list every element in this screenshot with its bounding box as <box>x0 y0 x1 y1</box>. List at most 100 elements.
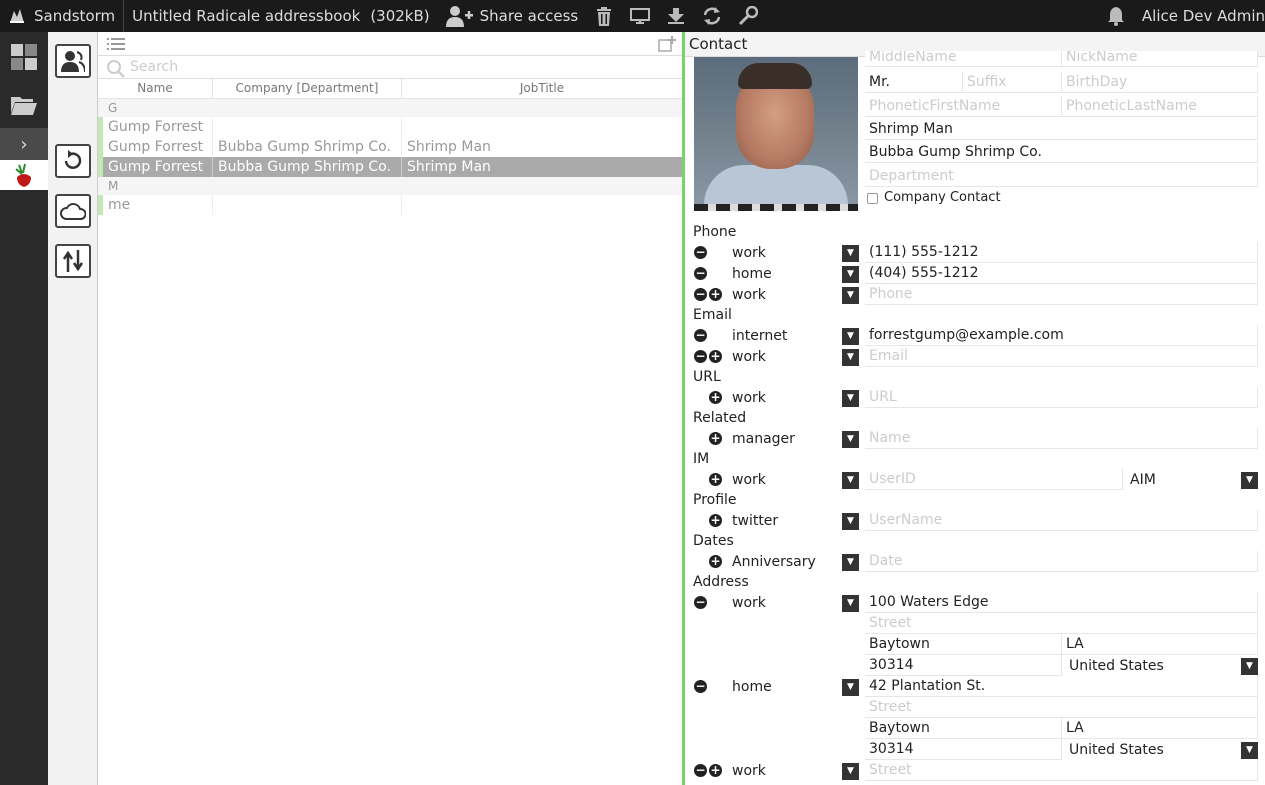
street-field[interactable]: Street <box>865 760 1258 781</box>
list-toolbar <box>98 32 682 56</box>
download-icon[interactable] <box>663 3 689 29</box>
phonetic-firstname-field[interactable]: PhoneticFirstName <box>865 96 1062 117</box>
street-field[interactable]: 100 Waters Edge <box>865 592 1258 613</box>
phone-type-select[interactable]: work ▼ <box>725 286 859 305</box>
add-icon[interactable]: + <box>709 350 722 363</box>
remove-icon[interactable]: − <box>694 596 707 609</box>
restart-icon[interactable] <box>699 3 725 29</box>
zip-field[interactable]: 30314 <box>865 655 1062 676</box>
email-field[interactable]: Email <box>865 346 1258 367</box>
im-type-select[interactable]: work ▼ <box>725 471 859 490</box>
profile-type-select[interactable]: twitter ▼ <box>725 512 859 531</box>
trash-icon[interactable] <box>591 3 617 29</box>
phone-field[interactable]: Phone <box>865 284 1258 305</box>
im-userid-field[interactable]: UserID <box>865 469 1123 490</box>
search-bar[interactable]: Search <box>98 56 682 79</box>
phone-field[interactable]: (111) 555-1212 <box>865 242 1258 263</box>
street2-field[interactable]: Street <box>865 613 1258 634</box>
add-icon[interactable]: + <box>709 288 722 301</box>
im-service-select[interactable]: AIM ▼ <box>1123 471 1258 490</box>
wrench-icon[interactable] <box>735 3 761 29</box>
present-icon[interactable] <box>627 3 653 29</box>
column-header-jobtitle[interactable]: JobTitle <box>402 79 682 98</box>
address-type-select[interactable]: work ▼ <box>725 762 859 781</box>
document-title[interactable]: Untitled Radicale addressbook (302kB) <box>124 0 437 32</box>
dropdown-arrow-icon: ▼ <box>842 679 859 696</box>
related-type-select[interactable]: manager ▼ <box>725 430 859 449</box>
share-access-button[interactable]: Share access <box>438 0 587 32</box>
app-grain-button[interactable] <box>0 160 48 190</box>
remove-icon[interactable]: − <box>694 350 707 363</box>
profile-type-value: twitter <box>732 513 779 529</box>
address-type-value: work <box>732 763 766 779</box>
add-icon[interactable]: + <box>709 473 722 486</box>
column-header-company[interactable]: Company [Department] <box>213 79 402 98</box>
birthday-field[interactable]: BirthDay <box>1062 72 1258 93</box>
date-field[interactable]: Date <box>865 551 1258 572</box>
url-type-select[interactable]: work ▼ <box>725 389 859 408</box>
state-field[interactable]: LA <box>1062 634 1258 655</box>
sync-button[interactable] <box>55 144 91 178</box>
related-name-field[interactable]: Name <box>865 428 1258 449</box>
remove-icon[interactable]: − <box>694 764 707 777</box>
user-account-menu[interactable]: Alice Dev Admin <box>1134 0 1265 32</box>
country-select[interactable]: United States ▼ <box>1062 741 1258 760</box>
phone-field[interactable]: (404) 555-1212 <box>865 263 1258 284</box>
phone-type-select[interactable]: work ▼ <box>725 244 859 263</box>
country-select[interactable]: United States ▼ <box>1062 657 1258 676</box>
email-type-select[interactable]: work ▼ <box>725 348 859 367</box>
street2-field[interactable]: Street <box>865 697 1258 718</box>
phonetic-lastname-field[interactable]: PhoneticLastName <box>1062 96 1258 117</box>
middlename-field[interactable]: MiddleName <box>865 51 1062 67</box>
column-header-name[interactable]: Name <box>98 79 213 98</box>
department-field[interactable]: Department <box>865 166 1258 187</box>
suffix-field[interactable]: Suffix <box>963 72 1062 93</box>
date-type-select[interactable]: Anniversary ▼ <box>725 553 859 572</box>
remove-icon[interactable]: − <box>694 246 707 259</box>
contact-photo[interactable] <box>694 57 858 211</box>
list-menu-icon[interactable] <box>107 38 125 51</box>
state-field[interactable]: LA <box>1062 718 1258 739</box>
add-contact-icon[interactable] <box>658 36 676 52</box>
street-field[interactable]: 42 Plantation St. <box>865 676 1258 697</box>
prefix-field[interactable]: Mr. <box>865 72 963 93</box>
zip-field[interactable]: 30314 <box>865 739 1062 760</box>
address-type-select[interactable]: work ▼ <box>725 594 859 613</box>
sandstorm-home-link[interactable]: Sandstorm <box>0 0 123 32</box>
company-field[interactable]: Bubba Gump Shrimp Co. <box>865 142 1258 163</box>
notification-bell-icon[interactable] <box>1103 3 1129 29</box>
profile-username-field[interactable]: UserName <box>865 510 1258 531</box>
add-icon[interactable]: + <box>709 432 722 445</box>
cloud-button[interactable] <box>55 194 91 228</box>
add-icon[interactable]: + <box>709 391 722 404</box>
jobtitle-field[interactable]: Shrimp Man <box>865 119 1258 140</box>
add-icon[interactable]: + <box>709 514 722 527</box>
nickname-field[interactable]: NickName <box>1062 51 1258 67</box>
url-field[interactable]: URL <box>865 387 1258 408</box>
list-item-selected[interactable]: Gump Forrest Bubba Gump Shrimp Co. Shrim… <box>98 157 682 177</box>
email-type-select[interactable]: internet ▼ <box>725 327 859 346</box>
address-section-label: Address <box>693 574 749 590</box>
remove-icon[interactable]: − <box>694 267 707 280</box>
related-type-value: manager <box>732 431 795 447</box>
list-item[interactable]: Gump Forrest Bubba Gump Shrimp Co. Shrim… <box>98 137 682 157</box>
remove-icon[interactable]: − <box>694 329 707 342</box>
apps-grid-button[interactable] <box>0 32 48 82</box>
contacts-button[interactable] <box>55 44 91 78</box>
list-item[interactable]: me <box>98 195 682 215</box>
city-field[interactable]: Baytown <box>865 634 1062 655</box>
email-field[interactable]: forrestgump@example.com <box>865 325 1258 346</box>
remove-icon[interactable]: − <box>694 288 707 301</box>
import-export-button[interactable] <box>55 244 91 278</box>
add-icon[interactable]: + <box>709 555 722 568</box>
address-type-select[interactable]: home ▼ <box>725 678 859 697</box>
city-field[interactable]: Baytown <box>865 718 1062 739</box>
search-input[interactable]: Search <box>130 59 178 75</box>
grains-folder-button[interactable] <box>0 82 48 128</box>
add-icon[interactable]: + <box>709 764 722 777</box>
remove-icon[interactable]: − <box>694 680 707 693</box>
list-item[interactable]: Gump Forrest <box>98 117 682 137</box>
company-contact-checkbox[interactable] <box>867 193 878 204</box>
phone-type-select[interactable]: home ▼ <box>725 265 859 284</box>
expand-sidebar-button[interactable]: › <box>0 128 48 160</box>
